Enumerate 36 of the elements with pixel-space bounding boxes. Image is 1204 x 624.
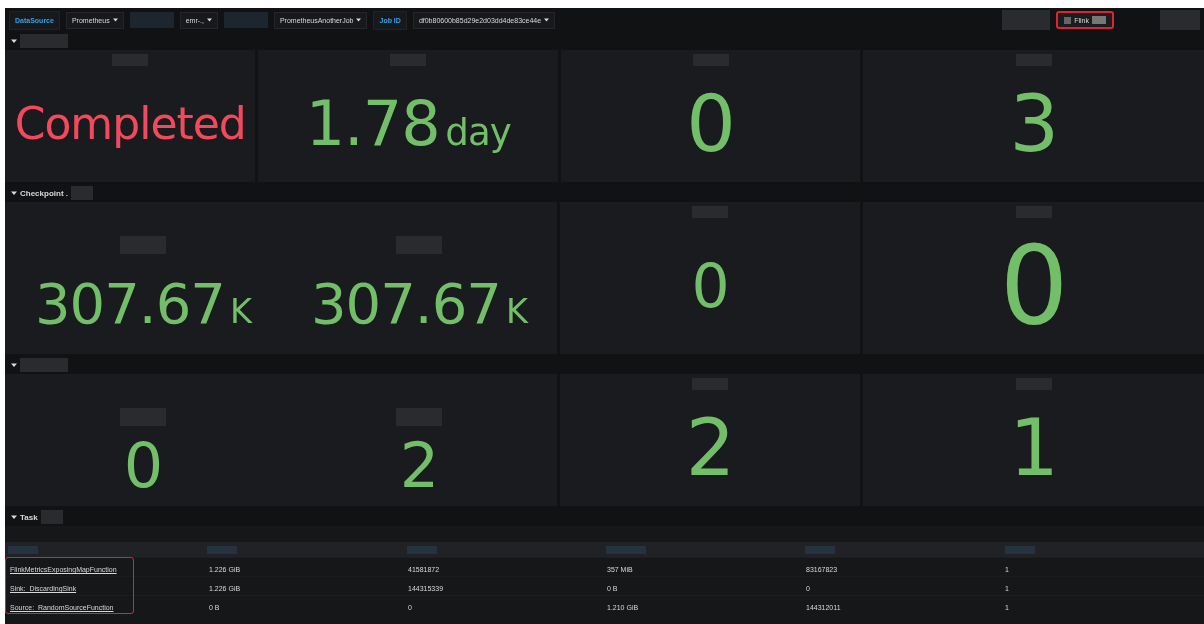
redacted-block bbox=[1160, 10, 1200, 30]
redacted-block bbox=[406, 545, 437, 554]
caret-icon[interactable] bbox=[11, 38, 17, 44]
redacted-block bbox=[606, 545, 646, 554]
caret-icon bbox=[112, 18, 118, 22]
redacted-block bbox=[1004, 545, 1035, 554]
redacted-block bbox=[129, 12, 174, 28]
stat-value: 0 bbox=[686, 85, 735, 163]
redacted-block bbox=[223, 12, 268, 28]
redacted-block bbox=[71, 186, 93, 200]
redacted-block bbox=[805, 545, 836, 554]
stat-value: 307.67 K bbox=[35, 276, 251, 332]
stat-value: 1.78 day bbox=[305, 93, 511, 155]
redacted-block bbox=[40, 510, 63, 524]
caret-icon bbox=[544, 18, 550, 22]
stat-value: 0 bbox=[123, 435, 163, 497]
caret-icon[interactable] bbox=[11, 190, 17, 196]
stat-value: 1 bbox=[1009, 409, 1058, 487]
stat-value: 307.67 K bbox=[311, 276, 527, 332]
stat-value: 2 bbox=[399, 435, 439, 497]
redacted-block bbox=[20, 34, 68, 48]
stat-value: 3 bbox=[1009, 85, 1059, 163]
row-title[interactable]: Checkpoint . bbox=[20, 188, 68, 198]
stat-value: 0 bbox=[999, 232, 1068, 340]
caret-icon[interactable] bbox=[11, 514, 17, 520]
stat-value: 2 bbox=[685, 409, 735, 487]
stat-value: Completed bbox=[14, 102, 246, 146]
caret-icon[interactable] bbox=[11, 362, 17, 368]
caret-icon bbox=[356, 18, 362, 22]
caret-icon bbox=[206, 18, 212, 22]
redacted-block bbox=[207, 545, 238, 554]
redacted-block bbox=[1002, 10, 1051, 30]
stat-value: 0 bbox=[691, 256, 729, 316]
redacted-block bbox=[20, 358, 68, 372]
row-title[interactable]: Task bbox=[20, 512, 38, 522]
redacted-block bbox=[8, 545, 38, 554]
